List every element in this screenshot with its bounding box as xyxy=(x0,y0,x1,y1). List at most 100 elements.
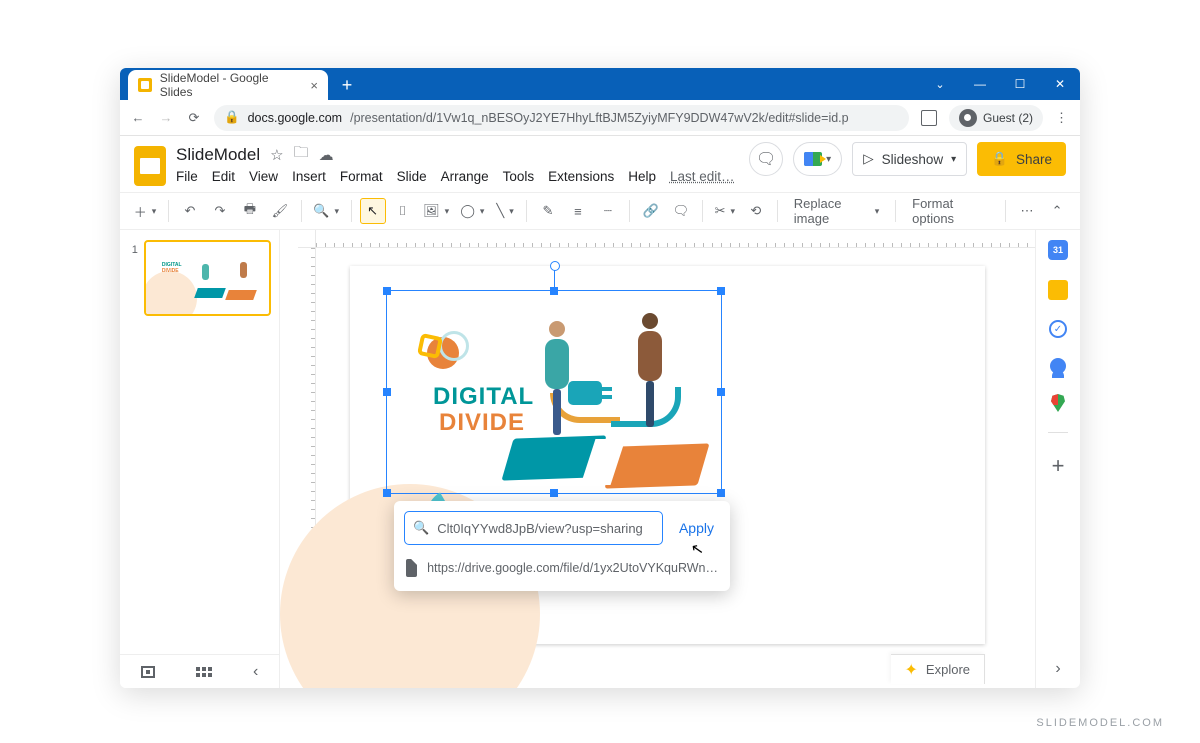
collapse-toolbar-button[interactable]: ⌃ xyxy=(1044,198,1070,224)
search-icon: 🔍 xyxy=(413,520,429,536)
grid-view-icon[interactable] xyxy=(196,667,212,677)
canvas-area[interactable]: DIGITAL DIVIDE 🔍 xyxy=(280,230,1035,688)
hide-sidepanel-icon[interactable]: › xyxy=(1055,660,1060,678)
border-color-button[interactable]: ✎ xyxy=(535,198,561,224)
doc-title[interactable]: SlideModel xyxy=(176,145,260,165)
star-icon[interactable]: ☆ xyxy=(270,146,283,164)
cloud-status-icon[interactable]: ☁ xyxy=(319,146,334,164)
tasks-icon[interactable] xyxy=(1049,320,1067,338)
guest-label: Guest (2) xyxy=(983,111,1033,125)
resize-handle-tl[interactable] xyxy=(383,287,391,295)
format-options-button[interactable]: Format options xyxy=(904,198,997,224)
zoom-button[interactable]: 🔍 xyxy=(310,198,343,224)
paint-format-button[interactable]: 🖌 xyxy=(267,198,293,224)
link-search-input[interactable]: 🔍 Clt0IqYYwd8JpB/view?usp=sharing xyxy=(404,511,663,545)
border-dash-button[interactable]: ┈ xyxy=(595,198,621,224)
replace-image-button[interactable]: Replace image xyxy=(786,198,887,224)
apply-button[interactable]: Apply ↖ xyxy=(673,520,720,536)
move-icon[interactable]: 🗀 xyxy=(294,142,309,167)
window-controls: ⌄ — ☐ ✕ xyxy=(920,68,1080,100)
browser-menu-icon[interactable]: ⋮ xyxy=(1055,110,1070,126)
suggestion-text: https://drive.google.com/file/d/1yx2UtoV… xyxy=(427,561,718,575)
close-window-button[interactable]: ✕ xyxy=(1040,68,1080,100)
browser-tab[interactable]: SlideModel - Google Slides × xyxy=(128,70,328,100)
get-addons-button[interactable]: + xyxy=(1052,453,1065,479)
address-bar[interactable]: 🔒 docs.google.com/presentation/d/1Vw1q_n… xyxy=(214,105,909,131)
menu-file[interactable]: File xyxy=(176,169,198,184)
undo-button[interactable]: ↶ xyxy=(177,198,203,224)
reload-button[interactable]: ⟳ xyxy=(186,110,202,126)
minimize-button[interactable]: — xyxy=(960,68,1000,100)
comment-icon: 🗨 xyxy=(756,149,776,169)
redo-button[interactable]: ↷ xyxy=(207,198,233,224)
menu-edit[interactable]: Edit xyxy=(212,169,235,184)
lock-icon: 🔒 xyxy=(224,110,240,125)
textbox-button[interactable]: ⌷ xyxy=(390,198,416,224)
back-button[interactable]: ← xyxy=(130,110,146,125)
resize-handle-tr[interactable] xyxy=(717,287,725,295)
last-edit-link[interactable]: Last edit… xyxy=(670,169,735,184)
print-button[interactable]: 🖶 xyxy=(237,198,263,224)
watermark: SLIDEMODEL.COM xyxy=(1036,717,1164,729)
collapse-filmstrip-icon[interactable]: ‹ xyxy=(253,663,258,681)
resize-handle-bl[interactable] xyxy=(383,489,391,497)
slideshow-button[interactable]: ▷ Slideshow ▾ xyxy=(852,142,967,176)
extensions-icon[interactable] xyxy=(921,110,937,126)
border-weight-button[interactable]: ≡ xyxy=(565,198,591,224)
selected-image[interactable]: DIGITAL DIVIDE xyxy=(386,290,722,494)
calendar-icon[interactable] xyxy=(1048,240,1068,260)
resize-handle-br[interactable] xyxy=(717,489,725,497)
ruler-corner xyxy=(298,230,316,248)
insert-comment-button[interactable]: 🗨 xyxy=(668,198,694,224)
menu-help[interactable]: Help xyxy=(628,169,656,184)
explore-icon: ✦ xyxy=(905,660,918,680)
tabs-dropdown-icon[interactable]: ⌄ xyxy=(920,68,960,100)
line-button[interactable]: ╲ xyxy=(492,198,518,224)
slide-thumbnail[interactable]: DIGITAL DIVIDE xyxy=(144,240,271,316)
link-search-value: Clt0IqYYwd8JpB/view?usp=sharing xyxy=(437,521,643,536)
contacts-icon[interactable] xyxy=(1050,358,1066,374)
filmstrip-view-icon[interactable] xyxy=(141,666,155,678)
maps-icon[interactable] xyxy=(1051,394,1065,412)
menu-arrange[interactable]: Arrange xyxy=(441,169,489,184)
new-slide-button[interactable]: ＋ xyxy=(130,198,160,224)
menu-slide[interactable]: Slide xyxy=(397,169,427,184)
filmstrip: 1 DIGITAL DIVIDE ‹ xyxy=(120,230,280,688)
more-tools-button[interactable]: ⋯ xyxy=(1014,198,1040,224)
menu-view[interactable]: View xyxy=(249,169,278,184)
close-tab-icon[interactable]: × xyxy=(310,78,318,93)
slide-canvas[interactable]: DIGITAL DIVIDE 🔍 xyxy=(350,266,985,644)
meet-button[interactable]: ▾ xyxy=(793,142,842,176)
resize-handle-mr[interactable] xyxy=(717,388,725,396)
decor-square-icon xyxy=(417,333,443,359)
menu-format[interactable]: Format xyxy=(340,169,383,184)
comments-button[interactable]: 🗨 xyxy=(749,142,783,176)
doc-meta: SlideModel ☆ 🗀 ☁ File Edit View Insert F… xyxy=(176,142,739,184)
file-icon xyxy=(406,559,417,577)
menu-extensions[interactable]: Extensions xyxy=(548,169,614,184)
resize-handle-tm[interactable] xyxy=(550,287,558,295)
image-button[interactable]: 🖼 xyxy=(420,198,453,224)
tab-title: SlideModel - Google Slides xyxy=(160,71,303,99)
maximize-button[interactable]: ☐ xyxy=(1000,68,1040,100)
new-tab-button[interactable]: + xyxy=(334,72,360,98)
menu-insert[interactable]: Insert xyxy=(292,169,326,184)
reset-image-button[interactable]: ⟲ xyxy=(743,198,769,224)
guest-avatar-icon xyxy=(959,109,977,127)
explore-button[interactable]: ✦ Explore xyxy=(891,654,985,684)
insert-link-button[interactable]: 🔗 xyxy=(638,198,664,224)
keep-icon[interactable] xyxy=(1048,280,1068,300)
profile-chip[interactable]: Guest (2) xyxy=(949,105,1043,131)
illustration xyxy=(508,303,703,493)
select-tool-button[interactable]: ↖ xyxy=(360,198,386,224)
slide-number: 1 xyxy=(128,240,138,316)
resize-handle-ml[interactable] xyxy=(383,388,391,396)
link-suggestion[interactable]: https://drive.google.com/file/d/1yx2UtoV… xyxy=(404,555,720,581)
shape-button[interactable]: ◯ xyxy=(457,198,488,224)
share-button[interactable]: 🔒 Share xyxy=(977,142,1066,176)
doc-title-row: SlideModel ☆ 🗀 ☁ xyxy=(176,142,739,167)
menu-tools[interactable]: Tools xyxy=(503,169,535,184)
crop-button[interactable]: ✂ xyxy=(711,198,739,224)
google-slides-logo-icon[interactable] xyxy=(134,146,166,186)
forward-button[interactable]: → xyxy=(158,110,174,125)
